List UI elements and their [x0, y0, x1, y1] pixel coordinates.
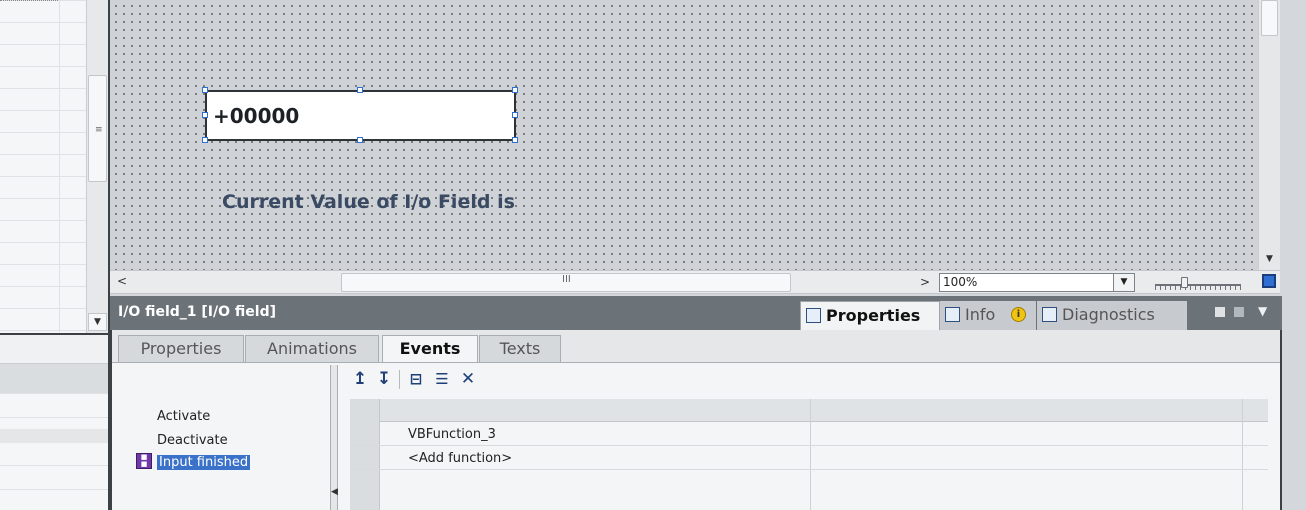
event-item-deactivate[interactable]: Deactivate	[157, 433, 228, 448]
fit-view-icon[interactable]	[1262, 274, 1276, 288]
zoom-slider-knob[interactable]	[1181, 277, 1188, 288]
resize-handle[interactable]	[202, 137, 208, 143]
tab-diagnostics[interactable]: Diagnostics	[1037, 301, 1187, 330]
scrollbar-thumb[interactable]: ≡	[88, 75, 107, 182]
function-list-icon: ■ ■	[136, 453, 152, 469]
table-row[interactable]	[350, 470, 1268, 494]
zoom-slider[interactable]	[1155, 277, 1241, 290]
diagnostics-icon	[1042, 307, 1057, 322]
zoom-select[interactable]: 100%	[939, 273, 1135, 292]
inspector-header: I/O field_1 [I/O field] Properties Info …	[110, 296, 1282, 330]
move-down-icon[interactable]: ↧	[374, 367, 394, 391]
inspector-title: I/O field_1 [I/O field]	[118, 304, 276, 320]
splitter[interactable]: ◀	[330, 365, 338, 510]
events-panel: Activate Deactivate ■ ■ Input finished ◀ …	[112, 362, 1280, 510]
move-up-icon[interactable]: ↥	[350, 367, 370, 391]
resize-handle[interactable]	[202, 87, 208, 93]
info-badge-icon: i	[1011, 307, 1026, 322]
resize-handle[interactable]	[202, 112, 208, 118]
scroll-right-button[interactable]: >	[915, 273, 935, 292]
scrollbar-thumb[interactable]	[1261, 0, 1278, 36]
subtab-animations[interactable]: Animations	[245, 335, 379, 362]
grip-icon: ≡	[95, 125, 103, 135]
scroll-down-button[interactable]: ▼	[1260, 250, 1279, 268]
left-vertical-scrollbar[interactable]: ≡ ▼	[86, 0, 108, 333]
table-header	[350, 399, 1268, 422]
resize-handle[interactable]	[357, 137, 363, 143]
info-icon	[945, 307, 960, 322]
io-field-element[interactable]: +00000	[205, 90, 516, 141]
subtab-texts[interactable]: Texts	[479, 335, 561, 362]
event-list: Activate Deactivate ■ ■ Input finished	[112, 363, 330, 510]
project-tree-panel: ≡ ▼	[0, 0, 110, 510]
tab-info[interactable]: Info i	[940, 301, 1036, 330]
table-row[interactable]: VBFunction_3	[350, 422, 1268, 446]
resize-handle[interactable]	[512, 87, 518, 93]
screen-editor-canvas[interactable]: +00000 Current Value of I/o Field is ▼	[110, 0, 1280, 270]
subtab-events[interactable]: Events	[382, 335, 478, 365]
subtab-properties[interactable]: Properties	[118, 335, 244, 362]
left-upper-list: ≡ ▼	[0, 0, 108, 333]
collapse-icon[interactable]: ▼	[1258, 304, 1267, 318]
scroll-down-button[interactable]: ▼	[88, 313, 107, 331]
left-lower-list	[0, 393, 108, 510]
tab-label: Info	[965, 305, 996, 324]
event-item-activate[interactable]: Activate	[157, 409, 210, 424]
delete-icon[interactable]: ✕	[458, 367, 478, 391]
grip-icon: III	[562, 274, 571, 285]
resize-handle[interactable]	[357, 87, 363, 93]
left-lower-header	[0, 363, 108, 393]
maximize-window-icon[interactable]	[1234, 307, 1244, 317]
event-item-input-finished[interactable]: Input finished	[157, 455, 251, 470]
event-toolbar: ↥ ↧ ⊟ ☰ ✕	[350, 367, 510, 393]
inspector-body: Properties Animations Events Texts Activ…	[110, 330, 1282, 510]
expand-icon[interactable]: ⊟	[406, 367, 426, 391]
canvas-vertical-scrollbar[interactable]: ▼	[1258, 0, 1280, 270]
collapse-icon[interactable]: ☰	[432, 367, 452, 391]
restore-window-icon[interactable]	[1215, 307, 1225, 317]
tab-label: Properties	[826, 306, 921, 325]
properties-icon	[806, 308, 821, 323]
static-text-element[interactable]: Current Value of I/o Field is	[222, 191, 515, 213]
io-field-value: +00000	[213, 104, 300, 128]
collapse-arrow-icon[interactable]: ◀	[331, 487, 338, 497]
function-name[interactable]: VBFunction_3	[408, 427, 496, 442]
resize-handle[interactable]	[512, 137, 518, 143]
left-grid	[0, 0, 86, 333]
function-list-table: VBFunction_3 <Add function>	[350, 399, 1268, 510]
zoom-dropdown-button[interactable]: ▼	[1113, 273, 1135, 292]
tab-label: Diagnostics	[1062, 305, 1155, 324]
resize-handle[interactable]	[512, 112, 518, 118]
add-function-placeholder[interactable]: <Add function>	[408, 451, 512, 466]
tab-properties[interactable]: Properties	[800, 301, 940, 330]
canvas-horizontal-bar: < III > 100% ▼	[110, 270, 1280, 294]
table-row[interactable]: <Add function>	[350, 446, 1268, 470]
scroll-left-button[interactable]: <	[117, 274, 127, 288]
